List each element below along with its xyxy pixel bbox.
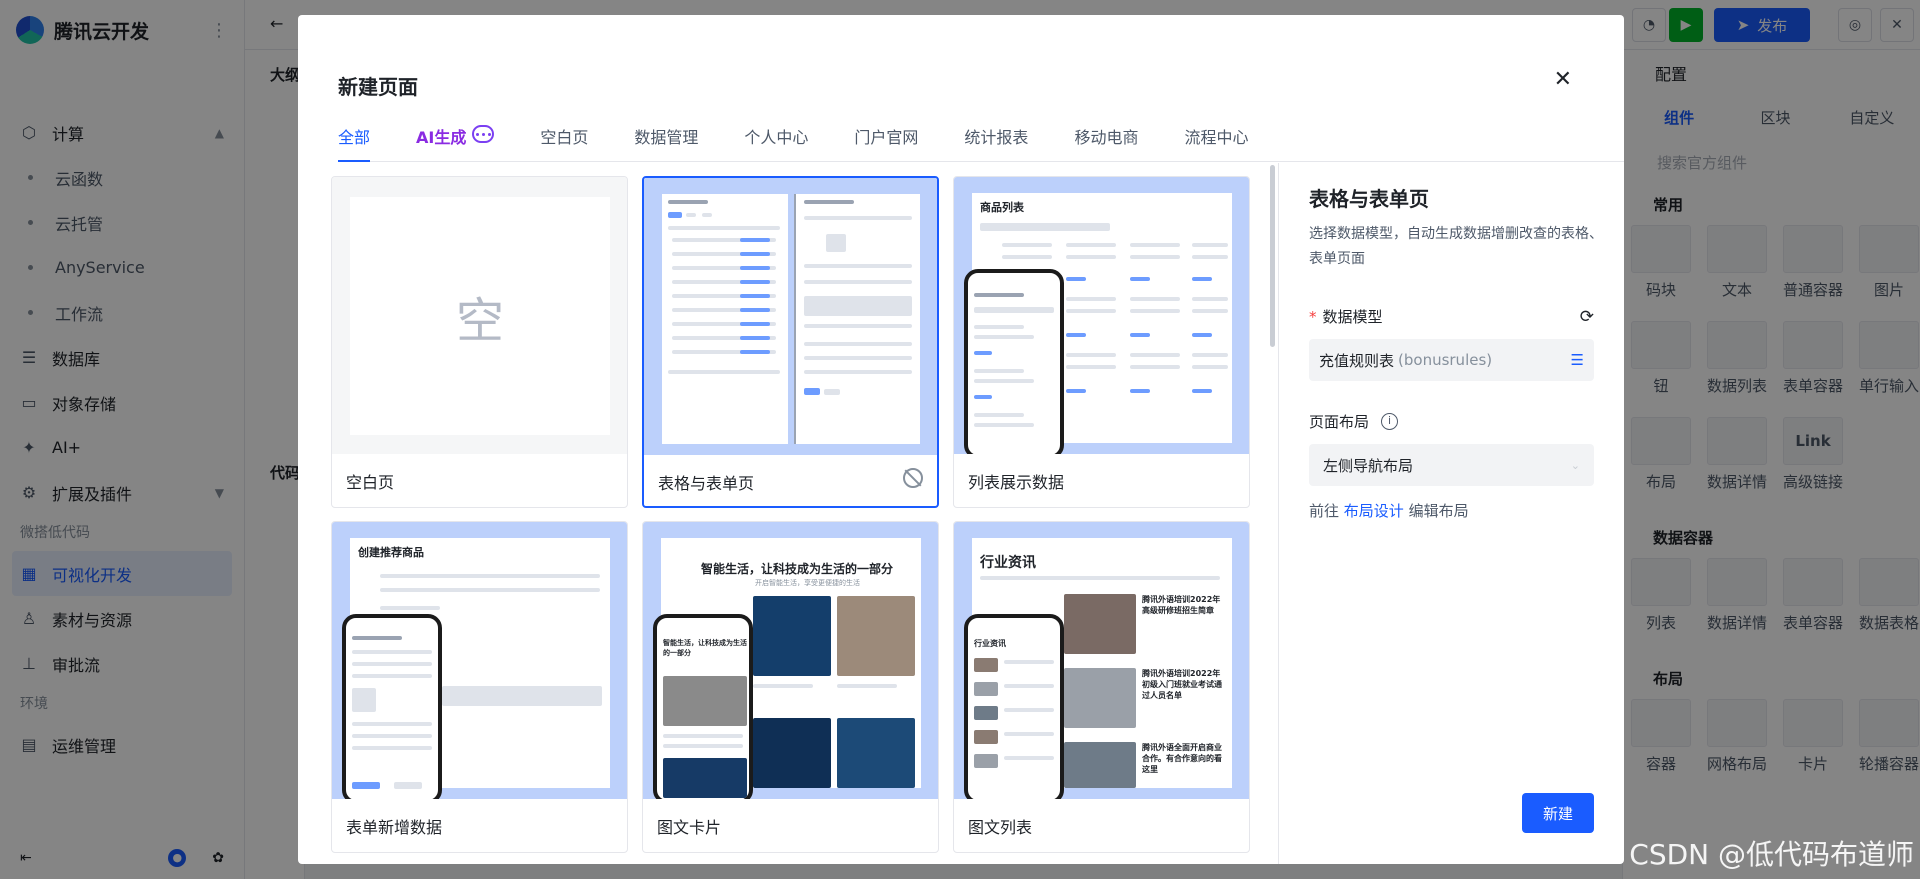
tab-blank[interactable]: 空白页 [540,108,588,161]
template-tabs: 全部 AI生成 空白页 数据管理 个人中心 门户官网 统计报表 移动电商 流程中… [338,108,1624,162]
card-headline: 智能生活，让科技成为生活的一部分 [701,562,894,576]
tab-label: AI生成 [416,128,467,147]
tab-ai-generate[interactable]: AI生成 [416,108,495,161]
layout-value: 左侧导航布局 [1323,456,1414,475]
template-grid: 空 空白页 表格与表单页 商品列表 列表展示数据 创建推荐商品 表单新增数据 智… [298,163,1277,864]
layout-label: 页面布局 [1309,413,1370,431]
card-label: 图文列表 [968,818,1033,837]
config-description: 选择数据模型，自动生成数据增删改查的表格、表单页面 [1309,226,1603,267]
template-card-blank[interactable]: 空 空白页 [331,176,628,508]
tab-all[interactable]: 全部 [338,108,371,162]
phone-preview: 行业资讯 [964,614,1064,799]
template-preview: 智能生活，让科技成为生活的一部分 开启智能生活，享受更便捷的生活 智能生活，让科… [643,522,938,799]
template-config-panel: 表格与表单页 选择数据模型，自动生成数据增删改查的表格、表单页面 * 数据模型 … [1278,163,1624,864]
blank-sheet: 空 [350,197,610,435]
template-card-image-list[interactable]: 行业资讯 腾讯外语培训2022年高级研修班招生简章 腾讯外语培训2022年初级入… [953,521,1250,853]
card-label: 图文卡片 [657,818,722,837]
phone-preview [964,269,1064,454]
news-title: 行业资讯 [980,555,1036,571]
info-icon[interactable]: i [1381,413,1399,430]
template-card-table-form[interactable]: 表格与表单页 [642,176,939,508]
data-model-key: (bonusrules) [1398,351,1493,369]
template-preview: 行业资讯 腾讯外语培训2022年高级研修班招生简章 腾讯外语培训2022年初级入… [954,522,1249,799]
template-card-image-cards[interactable]: 智能生活，让科技成为生活的一部分 开启智能生活，享受更便捷的生活 智能生活，让科… [642,521,939,853]
form-sheet [794,194,920,444]
tab-report[interactable]: 统计报表 [964,108,1028,161]
news-item-3: 腾讯外语全面开启商业合作。有合作意向的看这里 [1142,743,1222,774]
template-preview: 商品列表 [954,177,1249,454]
tab-data-management[interactable]: 数据管理 [634,108,698,161]
data-model-value: 充值规则表 [1319,351,1395,370]
phone-preview [342,614,442,799]
eye-off-icon[interactable] [903,468,923,488]
template-scrollbar[interactable] [1270,165,1275,347]
tab-mobile-commerce[interactable]: 移动电商 [1074,108,1138,161]
list-title: 商品列表 [980,201,1024,214]
layout-label-row: 页面布局 i [1309,411,1594,432]
card-label: 表格与表单页 [658,474,755,493]
watermark: CSDN @低代码布道师 [1629,838,1914,871]
layout-select[interactable]: 左侧导航布局 ⌄ [1309,444,1594,486]
news-item-2: 腾讯外语培训2022年初级入门班就业考试通过人员名单 [1142,669,1222,700]
tab-process-center[interactable]: 流程中心 [1184,108,1248,161]
card-label: 空白页 [346,473,395,492]
goto-suffix: 编辑布局 [1408,502,1469,520]
modal-title: 新建页面 [338,75,418,99]
phone-preview: 智能生活，让科技成为生活的一部分 [653,614,753,799]
goto-prefix: 前往 [1309,502,1340,520]
new-page-modal: 新建页面 ✕ 全部 AI生成 空白页 数据管理 个人中心 门户官网 统计报表 移… [298,15,1624,864]
refresh-icon[interactable]: ⟳ [1580,307,1594,327]
layout-design-link[interactable]: 布局设计 [1344,502,1404,520]
template-preview [644,178,937,455]
phone-news-title: 行业资讯 [974,639,1006,648]
card-label: 表单新增数据 [346,818,443,837]
table-sheet [662,194,788,444]
news-item-1: 腾讯外语培训2022年高级研修班招生简章 [1142,595,1221,615]
template-preview: 创建推荐商品 [332,522,627,799]
data-model-label-row: * 数据模型 ⟳ [1309,306,1594,327]
template-preview: 空 [332,177,627,454]
tab-personal-center[interactable]: 个人中心 [744,108,808,161]
template-card-list-display[interactable]: 商品列表 列表展示数据 [953,176,1250,508]
ai-robot-icon [472,125,495,143]
database-icon: ☰ [1570,351,1584,369]
tab-portal[interactable]: 门户官网 [854,108,918,161]
config-title: 表格与表单页 [1309,187,1429,211]
required-mark: * [1309,307,1317,326]
data-model-select[interactable]: 充值规则表 (bonusrules) ☰ [1309,339,1594,381]
blank-preview-text: 空 [455,293,504,349]
card-subtitle: 开启智能生活，享受更便捷的生活 [755,579,860,587]
create-button[interactable]: 新建 [1522,793,1594,833]
form-add-title: 创建推荐商品 [358,546,424,559]
layout-link-row: 前往 布局设计 编辑布局 [1309,500,1594,521]
chevron-down-icon: ⌄ [1570,458,1580,472]
data-model-label: 数据模型 [1322,308,1383,326]
card-label: 列表展示数据 [968,473,1065,492]
template-card-form-add[interactable]: 创建推荐商品 表单新增数据 [331,521,628,853]
close-icon[interactable]: ✕ [1554,69,1572,91]
phone-card-headline: 智能生活，让科技成为生活的一部分 [663,639,747,657]
